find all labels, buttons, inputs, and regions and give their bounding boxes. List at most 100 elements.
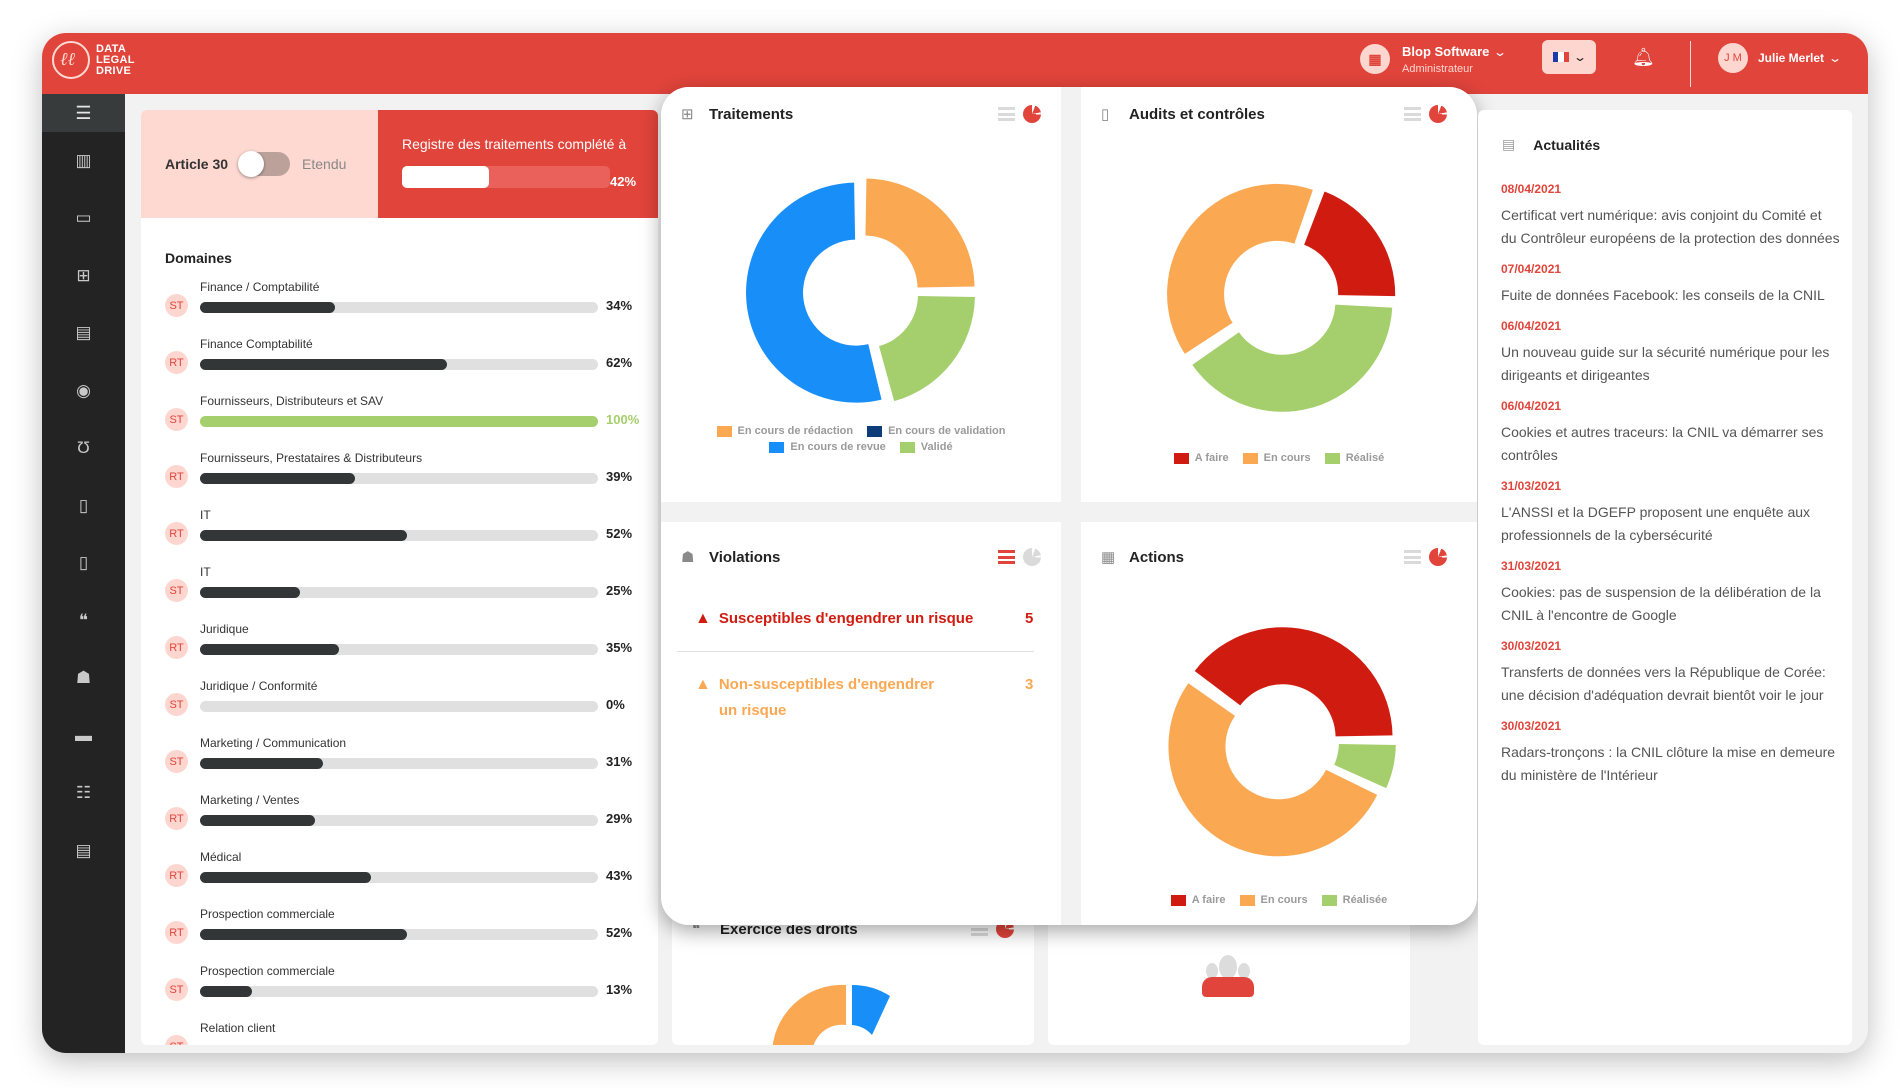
pie-view-icon[interactable]: [1023, 105, 1041, 123]
domain-row[interactable]: RT Médical 43%: [165, 850, 645, 907]
donut-slice-valid-[interactable]: [879, 295, 975, 402]
legend-label: Réalisé: [1345, 452, 1385, 464]
list-view-icon[interactable]: [1404, 550, 1421, 564]
domains-list: ST Finance / Comptabilité 34% RT Finance Com…: [165, 280, 645, 1045]
chevron-down-icon: ⌄: [1828, 51, 1843, 65]
legend-item[interactable]: En cours de rédaction: [716, 425, 853, 437]
domain-row[interactable]: RT Marketing / Ventes 29%: [165, 793, 645, 850]
pie-view-icon[interactable]: [1429, 105, 1447, 123]
file-archive-icon[interactable]: ▯: [42, 477, 125, 535]
user-secret-icon[interactable]: ☗: [42, 650, 125, 708]
disc-icon[interactable]: ◉: [42, 362, 125, 420]
list-view-icon[interactable]: [1404, 107, 1421, 121]
file-medical-icon[interactable]: ▯: [42, 535, 125, 593]
list-view-icon[interactable]: [998, 107, 1015, 121]
donut-slice-en-cours[interactable]: [1167, 183, 1313, 354]
domain-row[interactable]: RT Fournisseurs, Prestataires & Distribut…: [165, 451, 645, 508]
domain-row[interactable]: ST Juridique / Conformité 0%: [165, 679, 645, 736]
pie-view-icon[interactable]: [1429, 548, 1447, 566]
domain-row[interactable]: ST Fournisseurs, Distributeurs et SAV 100%: [165, 394, 645, 451]
card-title: Violations: [709, 548, 781, 566]
legend-label: En cours: [1263, 452, 1311, 464]
book-icon[interactable]: ▬: [42, 707, 125, 765]
pie-view-icon[interactable]: [1023, 548, 1041, 566]
domain-row[interactable]: RT Prospection commerciale 52%: [165, 907, 645, 964]
user-menu[interactable]: J M Julie Merlet ⌄: [1718, 43, 1843, 73]
domain-row[interactable]: ST Marketing / Communication 31%: [165, 736, 645, 793]
legend-item[interactable]: Réalisée: [1321, 894, 1387, 906]
domain-badge: RT: [165, 522, 188, 545]
domain-row[interactable]: ST Finance / Comptabilité 34%: [165, 280, 645, 337]
bell-icon[interactable]: 🔔︎: [1632, 47, 1655, 68]
news-item[interactable]: 07/04/2021 Fuite de données Facebook: les…: [1501, 262, 1841, 307]
domain-percent: 52%: [606, 925, 633, 940]
news-item[interactable]: 30/03/2021 Transferts de données vers la …: [1501, 639, 1841, 707]
card-title: Audits et contrôles: [1129, 105, 1265, 123]
domain-row[interactable]: ST IT 25%: [165, 565, 645, 622]
legend-label: En cours: [1260, 894, 1308, 906]
news-item[interactable]: 30/03/2021 Radars-tronçons : la CNIL clôt…: [1501, 719, 1841, 787]
news-text: Fuite de données Facebook: les conseils …: [1501, 287, 1825, 303]
top-header: ℓℓ DATA LEGAL DRIVE ▦ Blop Software ⌄ Adm…: [42, 33, 1868, 94]
actions-donut: [1168, 627, 1396, 857]
company-selector[interactable]: ▦ Blop Software ⌄ Administrateur: [1360, 43, 1507, 75]
news-text: Cookies et autres traceurs: la CNIL va d…: [1501, 424, 1824, 463]
news-item[interactable]: 31/03/2021 L'ANSSI et la DGEFP proposent …: [1501, 479, 1841, 547]
domain-badge: RT: [165, 864, 188, 887]
news-item[interactable]: 08/04/2021 Certificat vert numérique: avi…: [1501, 182, 1841, 250]
list-view-icon[interactable]: [998, 550, 1015, 564]
news-item[interactable]: 06/04/2021 Cookies et autres traceurs: la…: [1501, 399, 1841, 467]
file-icon[interactable]: ▤: [42, 305, 125, 363]
legend-item[interactable]: En cours: [1239, 894, 1308, 906]
traitements-donut: [746, 178, 975, 403]
domain-progress-bar: [200, 473, 598, 484]
news-date: 30/03/2021: [1501, 719, 1562, 733]
domain-name: Prospection commerciale: [200, 964, 335, 978]
domain-row[interactable]: ST Relation client: [165, 1021, 645, 1045]
table-icon[interactable]: ⊞: [42, 247, 125, 305]
logo-line-1: DATA: [96, 42, 127, 55]
domain-row[interactable]: RT Juridique 35%: [165, 622, 645, 679]
article30-toggle[interactable]: [238, 151, 291, 177]
legend-item[interactable]: En cours de revue: [769, 441, 886, 453]
donut-slice-en-cours-de-revue[interactable]: [746, 182, 882, 403]
legend-item[interactable]: Validé: [899, 441, 953, 453]
domain-row[interactable]: ST Prospection commerciale 13%: [165, 964, 645, 1021]
legend-item[interactable]: A faire: [1173, 452, 1229, 464]
legend-item[interactable]: En cours: [1242, 452, 1311, 464]
newspaper-icon[interactable]: ▤: [42, 822, 125, 880]
violation-risk-row[interactable]: ▲ Susceptibles d'engendrer un risque 5: [695, 610, 1033, 628]
violation-label: Susceptibles d'engendrer un risque: [718, 610, 974, 627]
news-item[interactable]: 31/03/2021 Cookies: pas de suspension de …: [1501, 559, 1841, 627]
news-item[interactable]: 06/04/2021 Un nouveau guide sur la sécuri…: [1501, 319, 1841, 387]
language-selector[interactable]: ⌄: [1542, 40, 1596, 74]
domain-percent: 31%: [606, 754, 633, 769]
article30-label: Article 30: [165, 156, 229, 172]
domain-row[interactable]: RT Finance Comptabilité 62%: [165, 337, 645, 394]
legend-item[interactable]: Réalisé: [1324, 452, 1385, 464]
warning-icon: ▲: [695, 676, 711, 693]
domain-row[interactable]: RT IT 52%: [165, 508, 645, 565]
clipboard-list-icon[interactable]: ☷: [42, 765, 125, 823]
building-icon[interactable]: ▥: [42, 132, 125, 190]
domain-progress-bar: [200, 587, 598, 598]
logo[interactable]: ℓℓ DATA LEGAL DRIVE: [52, 41, 135, 79]
domain-progress-bar: [200, 701, 598, 712]
legend-item[interactable]: En cours de validation: [867, 425, 1005, 437]
logo-text: DATA LEGAL DRIVE: [96, 42, 135, 77]
donut-slice-a-faire[interactable]: [1304, 191, 1396, 297]
quote-icon[interactable]: ❝: [42, 592, 125, 650]
domain-badge: RT: [165, 807, 188, 830]
domain-percent: 52%: [606, 526, 633, 541]
news-list: 08/04/2021 Certificat vert numérique: avi…: [1501, 182, 1841, 799]
calendar-icon[interactable]: ▭: [42, 190, 125, 248]
violation-no-risk-row[interactable]: ▲ Non-susceptibles d'engendrer un risque…: [695, 672, 1033, 724]
donut-slice-en-cours-de-r-daction[interactable]: [865, 178, 975, 288]
legend-swatch: [1239, 894, 1255, 906]
legend-item[interactable]: A faire: [1170, 894, 1226, 906]
violations-card: ☗ Violations ▲ Susceptibles d'engendrer …: [661, 522, 1061, 925]
calendar-icon: ▦: [1101, 549, 1116, 566]
sidebar-toggle-icon[interactable]: ☰: [42, 94, 125, 132]
stethoscope-icon[interactable]: Ʊ: [42, 420, 125, 478]
french-flag-icon: [1552, 52, 1569, 62]
